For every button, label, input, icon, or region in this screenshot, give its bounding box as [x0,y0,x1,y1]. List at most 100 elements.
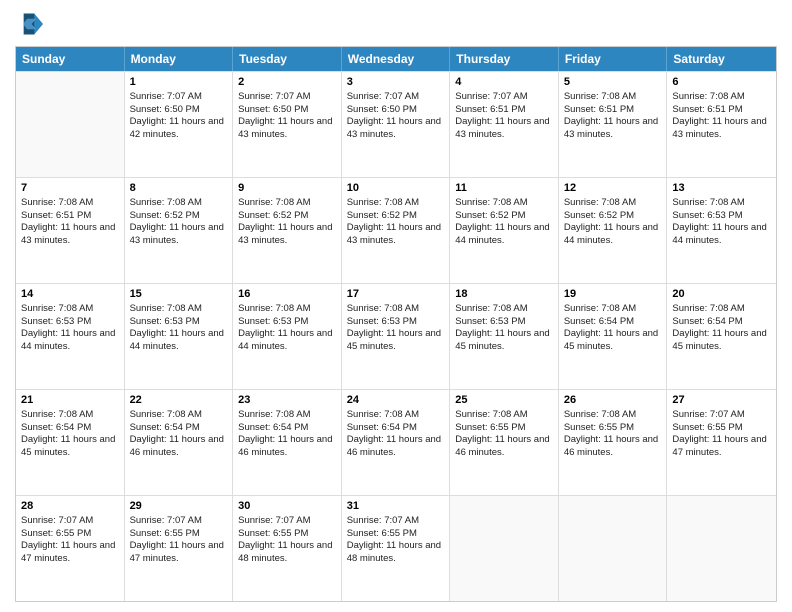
day-cell-18: 18Sunrise: 7:08 AM Sunset: 6:53 PM Dayli… [450,284,559,389]
day-content: Sunrise: 7:07 AM Sunset: 6:51 PM Dayligh… [455,91,553,142]
day-number: 18 [455,287,553,302]
day-cell-27: 27Sunrise: 7:07 AM Sunset: 6:55 PM Dayli… [667,390,776,495]
day-content: Sunrise: 7:08 AM Sunset: 6:55 PM Dayligh… [564,409,662,460]
header-day-saturday: Saturday [667,47,776,71]
day-content: Sunrise: 7:07 AM Sunset: 6:50 PM Dayligh… [347,91,445,142]
day-number: 15 [130,287,228,302]
calendar-row-2: 7Sunrise: 7:08 AM Sunset: 6:51 PM Daylig… [16,177,776,283]
day-content: Sunrise: 7:08 AM Sunset: 6:51 PM Dayligh… [564,91,662,142]
day-number: 10 [347,181,445,196]
day-content: Sunrise: 7:08 AM Sunset: 6:54 PM Dayligh… [347,409,445,460]
day-number: 11 [455,181,553,196]
calendar-row-3: 14Sunrise: 7:08 AM Sunset: 6:53 PM Dayli… [16,283,776,389]
day-cell-13: 13Sunrise: 7:08 AM Sunset: 6:53 PM Dayli… [667,178,776,283]
day-number: 19 [564,287,662,302]
day-cell-26: 26Sunrise: 7:08 AM Sunset: 6:55 PM Dayli… [559,390,668,495]
day-cell-29: 29Sunrise: 7:07 AM Sunset: 6:55 PM Dayli… [125,496,234,601]
day-content: Sunrise: 7:07 AM Sunset: 6:55 PM Dayligh… [130,515,228,566]
day-content: Sunrise: 7:08 AM Sunset: 6:54 PM Dayligh… [564,303,662,354]
calendar: SundayMondayTuesdayWednesdayThursdayFrid… [15,46,777,602]
day-number: 20 [672,287,771,302]
day-number: 24 [347,393,445,408]
day-content: Sunrise: 7:07 AM Sunset: 6:50 PM Dayligh… [130,91,228,142]
header-day-monday: Monday [125,47,234,71]
day-content: Sunrise: 7:08 AM Sunset: 6:52 PM Dayligh… [455,197,553,248]
day-cell-10: 10Sunrise: 7:08 AM Sunset: 6:52 PM Dayli… [342,178,451,283]
day-cell-12: 12Sunrise: 7:08 AM Sunset: 6:52 PM Dayli… [559,178,668,283]
calendar-row-5: 28Sunrise: 7:07 AM Sunset: 6:55 PM Dayli… [16,495,776,601]
day-number: 8 [130,181,228,196]
day-content: Sunrise: 7:08 AM Sunset: 6:52 PM Dayligh… [238,197,336,248]
header-day-thursday: Thursday [450,47,559,71]
day-content: Sunrise: 7:08 AM Sunset: 6:53 PM Dayligh… [21,303,119,354]
day-cell-14: 14Sunrise: 7:08 AM Sunset: 6:53 PM Dayli… [16,284,125,389]
empty-cell [450,496,559,601]
day-cell-22: 22Sunrise: 7:08 AM Sunset: 6:54 PM Dayli… [125,390,234,495]
day-number: 12 [564,181,662,196]
day-number: 3 [347,75,445,90]
day-cell-24: 24Sunrise: 7:08 AM Sunset: 6:54 PM Dayli… [342,390,451,495]
day-content: Sunrise: 7:08 AM Sunset: 6:55 PM Dayligh… [455,409,553,460]
page: SundayMondayTuesdayWednesdayThursdayFrid… [0,0,792,612]
day-content: Sunrise: 7:08 AM Sunset: 6:51 PM Dayligh… [21,197,119,248]
day-content: Sunrise: 7:08 AM Sunset: 6:53 PM Dayligh… [130,303,228,354]
day-content: Sunrise: 7:08 AM Sunset: 6:53 PM Dayligh… [347,303,445,354]
day-cell-5: 5Sunrise: 7:08 AM Sunset: 6:51 PM Daylig… [559,72,668,177]
day-content: Sunrise: 7:08 AM Sunset: 6:54 PM Dayligh… [672,303,771,354]
day-content: Sunrise: 7:08 AM Sunset: 6:53 PM Dayligh… [238,303,336,354]
day-content: Sunrise: 7:08 AM Sunset: 6:52 PM Dayligh… [130,197,228,248]
day-content: Sunrise: 7:08 AM Sunset: 6:54 PM Dayligh… [21,409,119,460]
day-content: Sunrise: 7:07 AM Sunset: 6:55 PM Dayligh… [672,409,771,460]
day-number: 27 [672,393,771,408]
day-number: 5 [564,75,662,90]
calendar-header: SundayMondayTuesdayWednesdayThursdayFrid… [16,47,776,71]
day-number: 28 [21,499,119,514]
day-number: 1 [130,75,228,90]
logo [15,10,47,38]
day-content: Sunrise: 7:07 AM Sunset: 6:55 PM Dayligh… [347,515,445,566]
header-day-friday: Friday [559,47,668,71]
day-cell-1: 1Sunrise: 7:07 AM Sunset: 6:50 PM Daylig… [125,72,234,177]
day-number: 16 [238,287,336,302]
day-content: Sunrise: 7:08 AM Sunset: 6:54 PM Dayligh… [130,409,228,460]
day-number: 2 [238,75,336,90]
day-number: 31 [347,499,445,514]
day-number: 21 [21,393,119,408]
calendar-body: 1Sunrise: 7:07 AM Sunset: 6:50 PM Daylig… [16,71,776,601]
day-number: 14 [21,287,119,302]
day-cell-8: 8Sunrise: 7:08 AM Sunset: 6:52 PM Daylig… [125,178,234,283]
day-cell-9: 9Sunrise: 7:08 AM Sunset: 6:52 PM Daylig… [233,178,342,283]
day-number: 23 [238,393,336,408]
day-cell-16: 16Sunrise: 7:08 AM Sunset: 6:53 PM Dayli… [233,284,342,389]
header-day-sunday: Sunday [16,47,125,71]
empty-cell [559,496,668,601]
day-cell-25: 25Sunrise: 7:08 AM Sunset: 6:55 PM Dayli… [450,390,559,495]
day-content: Sunrise: 7:08 AM Sunset: 6:53 PM Dayligh… [455,303,553,354]
header-day-wednesday: Wednesday [342,47,451,71]
day-number: 9 [238,181,336,196]
header [15,10,777,38]
day-cell-2: 2Sunrise: 7:07 AM Sunset: 6:50 PM Daylig… [233,72,342,177]
empty-cell [667,496,776,601]
day-content: Sunrise: 7:07 AM Sunset: 6:55 PM Dayligh… [21,515,119,566]
day-number: 25 [455,393,553,408]
day-content: Sunrise: 7:08 AM Sunset: 6:53 PM Dayligh… [672,197,771,248]
day-content: Sunrise: 7:08 AM Sunset: 6:52 PM Dayligh… [564,197,662,248]
day-cell-4: 4Sunrise: 7:07 AM Sunset: 6:51 PM Daylig… [450,72,559,177]
empty-cell [16,72,125,177]
day-cell-3: 3Sunrise: 7:07 AM Sunset: 6:50 PM Daylig… [342,72,451,177]
day-cell-31: 31Sunrise: 7:07 AM Sunset: 6:55 PM Dayli… [342,496,451,601]
day-cell-19: 19Sunrise: 7:08 AM Sunset: 6:54 PM Dayli… [559,284,668,389]
day-cell-21: 21Sunrise: 7:08 AM Sunset: 6:54 PM Dayli… [16,390,125,495]
day-number: 26 [564,393,662,408]
day-number: 22 [130,393,228,408]
day-cell-11: 11Sunrise: 7:08 AM Sunset: 6:52 PM Dayli… [450,178,559,283]
calendar-row-1: 1Sunrise: 7:07 AM Sunset: 6:50 PM Daylig… [16,71,776,177]
day-content: Sunrise: 7:08 AM Sunset: 6:52 PM Dayligh… [347,197,445,248]
day-number: 7 [21,181,119,196]
day-number: 13 [672,181,771,196]
day-cell-15: 15Sunrise: 7:08 AM Sunset: 6:53 PM Dayli… [125,284,234,389]
day-number: 17 [347,287,445,302]
day-cell-28: 28Sunrise: 7:07 AM Sunset: 6:55 PM Dayli… [16,496,125,601]
day-content: Sunrise: 7:07 AM Sunset: 6:55 PM Dayligh… [238,515,336,566]
